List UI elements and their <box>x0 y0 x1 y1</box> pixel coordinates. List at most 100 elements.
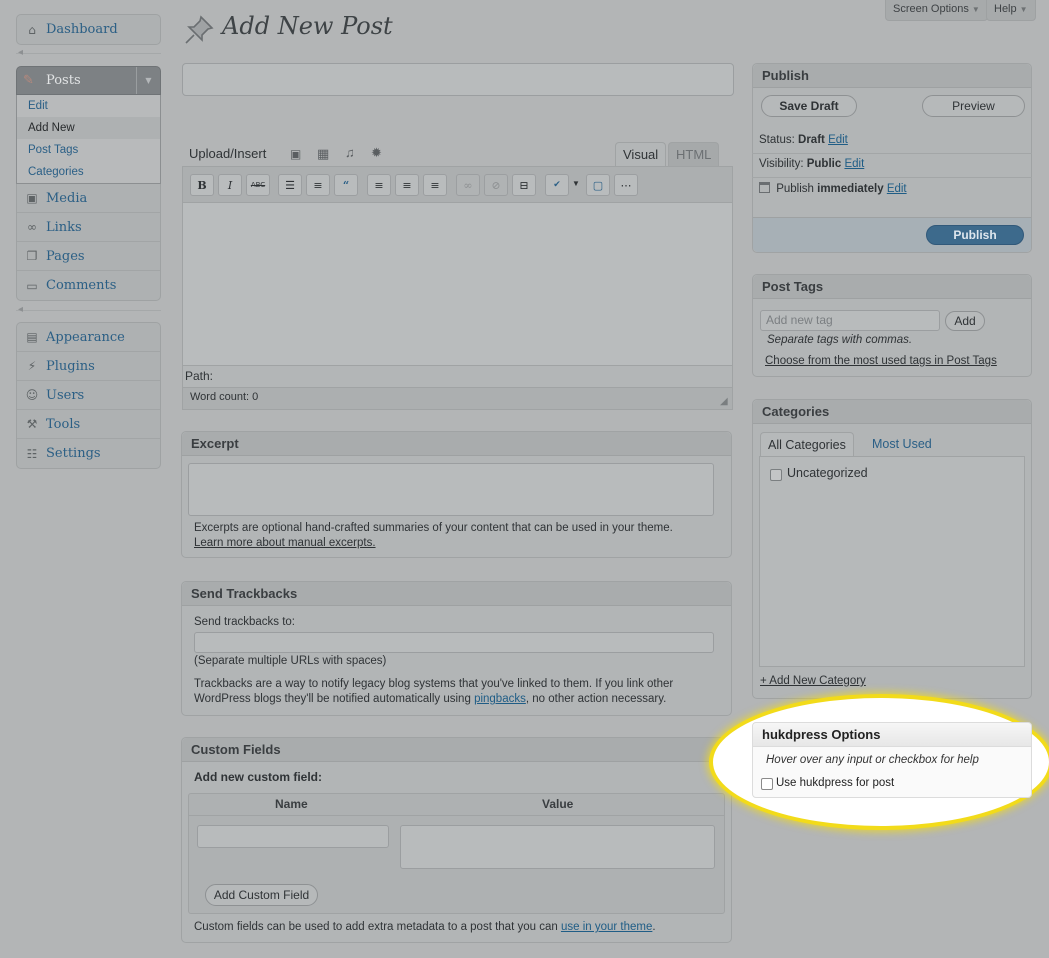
help-label: Help <box>994 3 1017 15</box>
pushpin-icon: ✎ <box>23 73 34 88</box>
divider <box>752 177 1032 178</box>
kitchen-sink-icon[interactable]: ⋯ <box>614 174 638 196</box>
sidebar-item-label: Posts <box>46 73 81 88</box>
resize-handle-icon[interactable]: ◢ <box>720 396 728 407</box>
spellcheck-icon[interactable]: ✔ <box>545 174 569 196</box>
add-tag-button[interactable]: Add <box>945 311 985 331</box>
tab-html[interactable]: HTML <box>668 142 720 166</box>
align-right-icon[interactable]: ≡ <box>423 174 447 196</box>
add-new-category-link[interactable]: + Add New Category <box>760 675 866 687</box>
trackbacks-title[interactable]: Send Trackbacks <box>182 582 731 606</box>
category-checkbox[interactable] <box>770 469 782 481</box>
numbered-list-icon[interactable]: ≡ <box>306 174 330 196</box>
chevron-down-icon[interactable]: ▼ <box>136 67 160 94</box>
unlink-icon[interactable]: ⊘ <box>484 174 508 196</box>
bold-icon[interactable]: B <box>190 174 214 196</box>
sidebar-item-media[interactable]: ▣ Media <box>17 184 160 213</box>
add-video-icon[interactable]: ▦ <box>317 146 329 162</box>
save-draft-button[interactable]: Save Draft <box>761 95 857 117</box>
sidebar-item-tools[interactable]: ⚒ Tools <box>17 410 160 439</box>
submenu-item-add-new[interactable]: Add New <box>17 117 160 139</box>
sidebar-group-content: ▣ Media ∞ Links ❐ Pages ▭ Comments <box>16 184 161 301</box>
help-button[interactable]: Help ▼ <box>986 0 1036 21</box>
add-tag-input[interactable]: Add new tag <box>760 310 940 331</box>
collapse-arrow-icon: ◂ <box>18 304 24 315</box>
chevron-down-icon[interactable]: ▼ <box>572 179 580 188</box>
tab-most-used[interactable]: Most Used <box>872 437 932 451</box>
publish-title[interactable]: Publish <box>753 64 1031 88</box>
screen-options-label: Screen Options <box>893 3 969 15</box>
align-center-icon[interactable]: ≡ <box>395 174 419 196</box>
publish-value: immediately <box>817 183 884 195</box>
sidebar-item-settings[interactable]: ☷ Settings <box>17 439 160 468</box>
tab-all-categories[interactable]: All Categories <box>760 432 854 456</box>
sidebar-item-label: Appearance <box>46 329 125 345</box>
sidebar-item-comments[interactable]: ▭ Comments <box>17 271 160 300</box>
choose-most-used-tags-link[interactable]: Choose from the most used tags in Post T… <box>765 355 997 367</box>
comment-icon: ▭ <box>26 278 38 293</box>
use-hukdpress-checkbox[interactable] <box>761 778 773 790</box>
excerpt-textarea[interactable] <box>188 463 714 516</box>
excerpt-learn-more-link[interactable]: Learn more about manual excerpts. <box>194 537 376 549</box>
pingbacks-link[interactable]: pingbacks <box>474 693 526 705</box>
link-icon[interactable]: ∞ <box>456 174 480 196</box>
publish-label: Publish <box>776 183 814 195</box>
italic-icon[interactable]: I <box>218 174 242 196</box>
tab-visual[interactable]: Visual <box>615 142 667 166</box>
use-in-theme-link[interactable]: use in your theme <box>561 921 652 933</box>
submenu-item-post-tags[interactable]: Post Tags <box>17 139 160 161</box>
blockquote-icon[interactable]: “ <box>334 174 358 196</box>
add-custom-field-button[interactable]: Add Custom Field <box>205 884 318 906</box>
sidebar-separator[interactable]: ◂ <box>16 47 161 63</box>
trackbacks-input[interactable] <box>194 632 714 653</box>
publish-button[interactable]: Publish <box>926 225 1024 245</box>
preview-button[interactable]: Preview <box>922 95 1025 117</box>
pushpin-icon <box>185 15 214 44</box>
edit-visibility-link[interactable]: Edit <box>844 158 864 170</box>
post-title-input[interactable] <box>182 63 734 96</box>
sidebar-item-pages[interactable]: ❐ Pages <box>17 242 160 271</box>
sidebar-separator[interactable]: ◂ <box>16 304 161 320</box>
hukdpress-options-panel: hukdpress Options Hover over any input o… <box>752 722 1032 798</box>
excerpt-title[interactable]: Excerpt <box>182 432 731 456</box>
hukdpress-hint: Hover over any input or checkbox for hel… <box>766 754 979 766</box>
align-left-icon[interactable]: ≡ <box>367 174 391 196</box>
edit-status-link[interactable]: Edit <box>828 134 848 146</box>
editor-toolbar: B I ABC ☰ ≡ “ ≡ ≡ ≡ ∞ ⊘ ⊟ ✔ ▼ ▢ ⋯ <box>182 166 733 202</box>
add-media-icon[interactable]: ✹ <box>371 145 382 161</box>
hukdpress-options-title[interactable]: hukdpress Options <box>753 723 1031 747</box>
sidebar-item-label: Media <box>46 190 88 206</box>
appearance-icon: ▤ <box>26 330 38 344</box>
submenu-item-categories[interactable]: Categories <box>17 161 160 183</box>
submenu-item-edit[interactable]: Edit <box>17 95 160 117</box>
custom-field-value-textarea[interactable] <box>400 825 715 869</box>
sidebar-item-appearance[interactable]: ▤ Appearance <box>17 323 160 352</box>
post-tags-title[interactable]: Post Tags <box>753 275 1031 299</box>
screen-options-button[interactable]: Screen Options ▼ <box>885 0 988 21</box>
insert-more-icon[interactable]: ⊟ <box>512 174 536 196</box>
chevron-down-icon: ▼ <box>971 5 980 14</box>
sidebar-item-label: Users <box>46 387 85 403</box>
fullscreen-icon[interactable]: ▢ <box>586 174 610 196</box>
settings-icon: ☷ <box>26 446 38 461</box>
custom-fields-footer-period: . <box>652 921 656 933</box>
categories-title[interactable]: Categories <box>753 400 1031 424</box>
divider <box>752 153 1032 154</box>
edit-schedule-link[interactable]: Edit <box>887 183 907 195</box>
custom-fields-title[interactable]: Custom Fields <box>182 738 731 762</box>
sidebar-item-plugins[interactable]: ⚡ Plugins <box>17 352 160 381</box>
sidebar-item-dashboard[interactable]: ⌂ Dashboard <box>17 15 160 44</box>
tags-hint: Separate tags with commas. <box>767 334 913 346</box>
post-content-editor[interactable] <box>182 202 733 366</box>
custom-field-name-input[interactable] <box>197 825 389 848</box>
users-icon: ☺ <box>25 388 39 402</box>
bullet-list-icon[interactable]: ☰ <box>278 174 302 196</box>
strikethrough-icon[interactable]: ABC <box>246 174 270 196</box>
add-audio-icon[interactable]: ♫ <box>345 145 355 160</box>
sidebar-item-users[interactable]: ☺ Users <box>17 381 160 410</box>
plug-icon: ⚡ <box>27 359 37 373</box>
add-image-icon[interactable]: ▣ <box>290 147 301 161</box>
sidebar-item-label: Settings <box>46 446 101 461</box>
sidebar-item-links[interactable]: ∞ Links <box>17 213 160 242</box>
sidebar-item-posts[interactable]: ✎ Posts ▼ <box>16 66 161 95</box>
